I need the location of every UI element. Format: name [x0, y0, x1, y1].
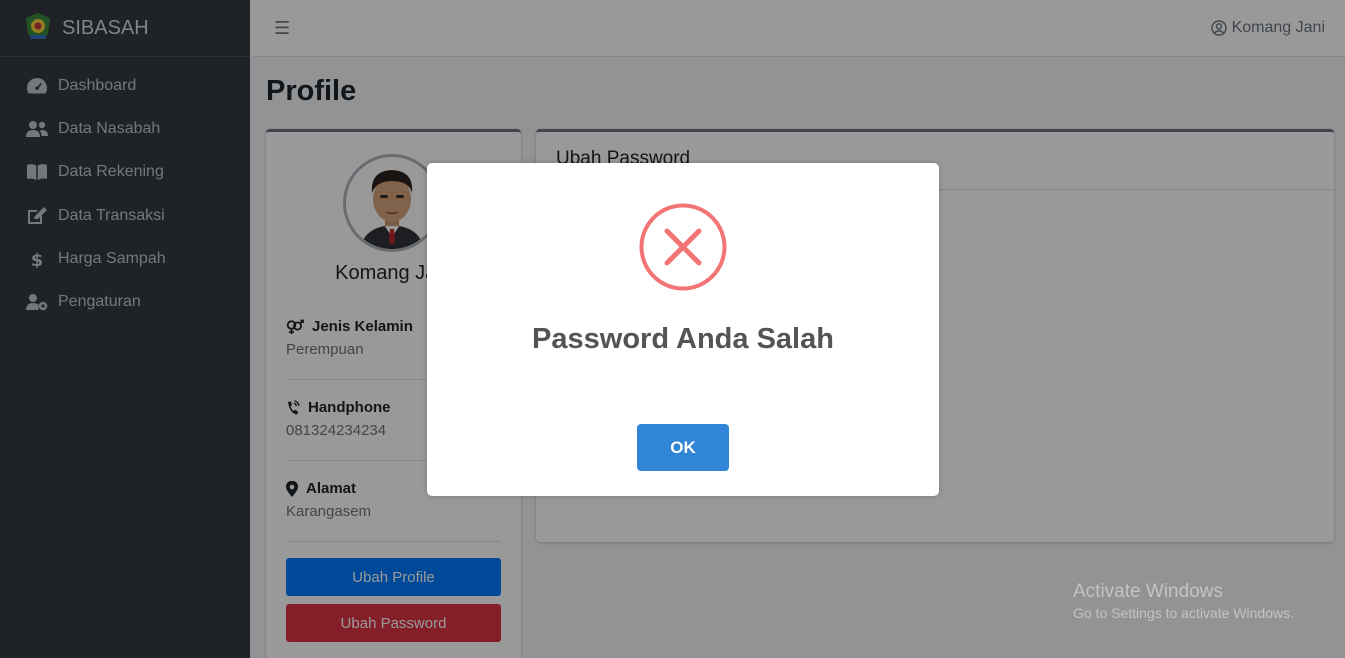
dialog-title: Password Anda Salah	[532, 323, 834, 355]
error-dialog: Password Anda Salah OK	[427, 163, 939, 496]
ok-button[interactable]: OK	[637, 424, 729, 471]
watermark-subtitle: Go to Settings to activate Windows.	[1073, 605, 1294, 621]
windows-activation-watermark: Activate Windows Go to Settings to activ…	[1073, 581, 1294, 621]
error-x-icon	[639, 203, 727, 291]
watermark-title: Activate Windows	[1073, 581, 1223, 602]
